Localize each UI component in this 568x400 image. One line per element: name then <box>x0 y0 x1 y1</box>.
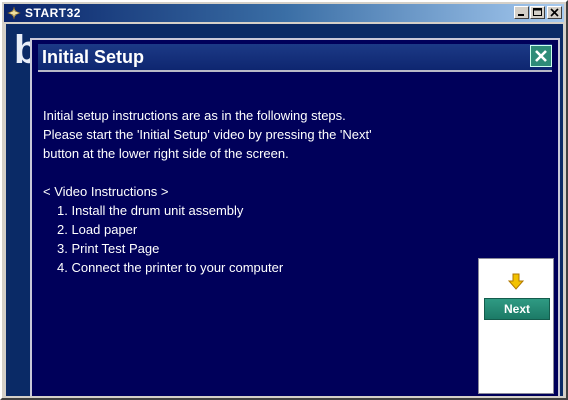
step-item: 3. Print Test Page <box>57 241 160 256</box>
minimize-button[interactable] <box>514 6 529 19</box>
step-item: 4. Connect the printer to your computer <box>57 260 284 275</box>
close-icon <box>550 8 559 17</box>
close-icon <box>535 50 547 62</box>
window-title: START32 <box>25 6 81 20</box>
intro-line: Please start the 'Initial Setup' video b… <box>43 127 372 142</box>
step-item: 2. Load paper <box>57 222 138 237</box>
down-arrow-icon <box>507 273 525 290</box>
title-bar[interactable]: START32 <box>4 4 564 22</box>
instructions-header: < Video Instructions > <box>43 184 169 199</box>
window-close-button[interactable] <box>547 6 562 19</box>
intro-line: button at the lower right side of the sc… <box>43 146 289 161</box>
maximize-button[interactable] <box>530 6 545 19</box>
dialog-title: Initial Setup <box>42 47 145 67</box>
maximize-icon <box>533 8 542 16</box>
dialog-header: Initial Setup <box>38 44 552 72</box>
steps-list: 1. Install the drum unit assembly 2. Loa… <box>43 201 463 277</box>
next-panel: Next <box>478 258 554 394</box>
step-item: 1. Install the drum unit assembly <box>57 203 244 218</box>
next-button[interactable]: Next <box>484 298 550 320</box>
app-window: START32 b Initial Setup Initial setup in… <box>0 0 568 400</box>
dialog-body: Initial setup instructions are as in the… <box>43 106 463 277</box>
app-icon <box>6 5 22 21</box>
minimize-icon <box>518 14 524 16</box>
intro-line: Initial setup instructions are as in the… <box>43 108 346 123</box>
dialog-close-button[interactable] <box>530 45 552 67</box>
